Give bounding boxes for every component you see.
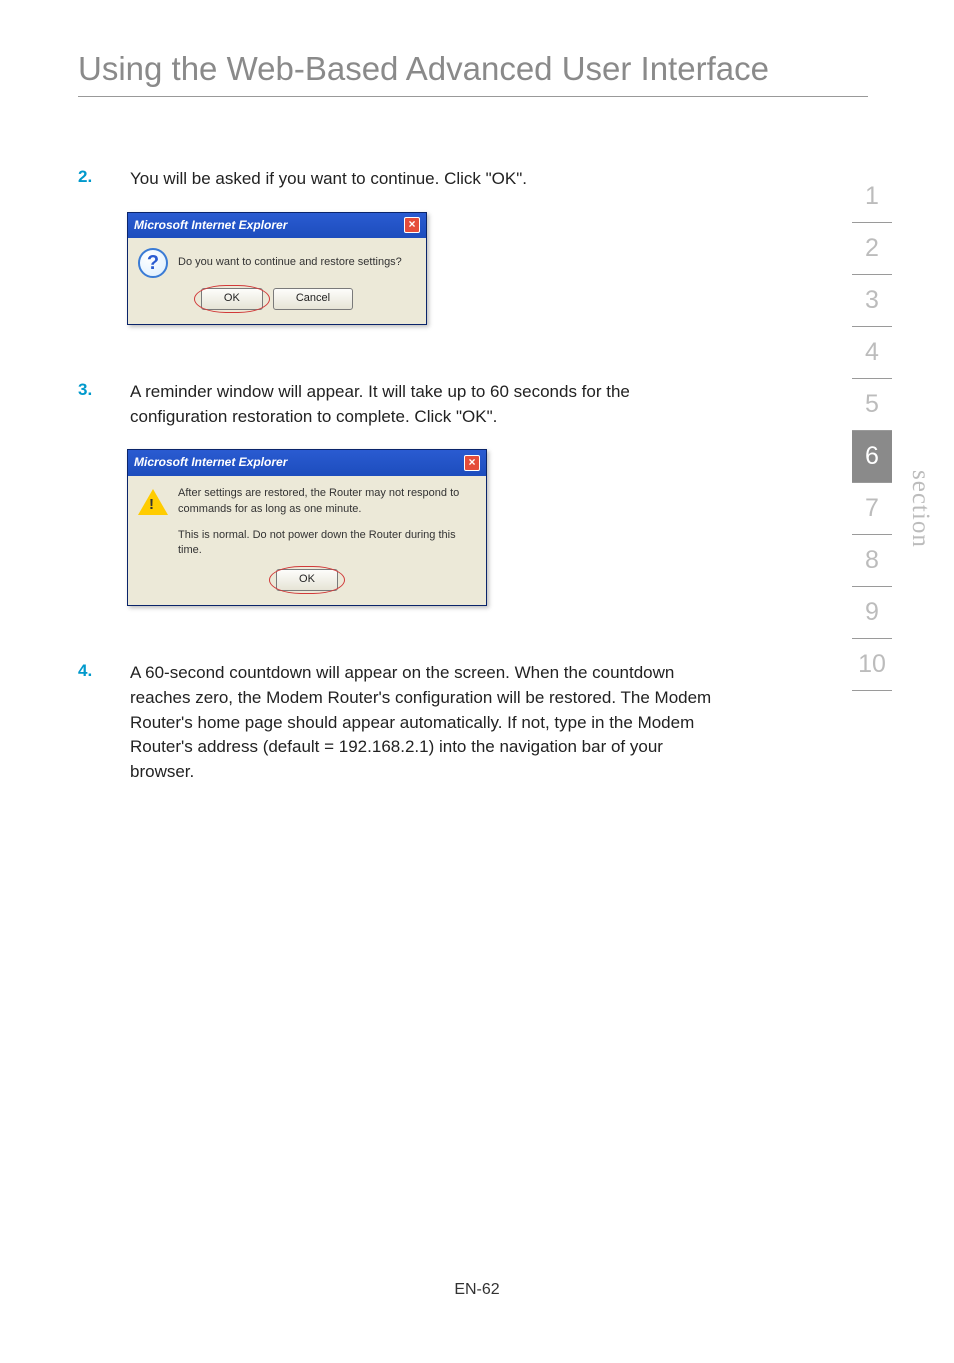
dialog-message: Do you want to continue and restore sett… <box>178 255 402 271</box>
ok-button[interactable]: OK <box>276 569 338 591</box>
dialog-reminder: Microsoft Internet Explorer × After sett… <box>127 449 487 606</box>
step-body: A 60-second countdown will appear on the… <box>130 661 720 784</box>
question-icon: ? <box>138 248 168 278</box>
dialog-message-1: After settings are restored, the Router … <box>178 486 476 518</box>
step-text: A reminder window will appear. It will t… <box>130 380 720 429</box>
dialog-titlebar: Microsoft Internet Explorer × <box>128 213 426 238</box>
dialog-confirm-restore: Microsoft Internet Explorer × ? Do you w… <box>127 212 427 325</box>
nav-item-3[interactable]: 3 <box>852 275 892 327</box>
nav-item-2[interactable]: 2 <box>852 223 892 275</box>
dialog-title-text: Microsoft Internet Explorer <box>134 454 287 471</box>
warning-icon <box>138 487 168 517</box>
nav-item-10[interactable]: 10 <box>852 639 892 691</box>
dialog-message-row: ? Do you want to continue and restore se… <box>138 248 416 278</box>
section-nav: 1 2 3 4 5 6 7 8 9 10 <box>852 171 892 691</box>
close-icon[interactable]: × <box>464 455 480 471</box>
section-label: section <box>906 470 934 548</box>
step-text: A 60-second countdown will appear on the… <box>130 661 720 784</box>
close-icon[interactable]: × <box>404 217 420 233</box>
dialog-titlebar: Microsoft Internet Explorer × <box>128 450 486 475</box>
step-number: 2. <box>78 167 130 325</box>
cancel-button[interactable]: Cancel <box>273 288 353 310</box>
nav-item-7[interactable]: 7 <box>852 483 892 535</box>
content-area: 2. You will be asked if you want to cont… <box>0 97 720 785</box>
dialog-title-text: Microsoft Internet Explorer <box>134 217 287 234</box>
nav-item-6[interactable]: 6 <box>852 431 892 483</box>
dialog-message-row: After settings are restored, the Router … <box>138 486 476 518</box>
nav-item-8[interactable]: 8 <box>852 535 892 587</box>
step-body: A reminder window will appear. It will t… <box>130 380 720 606</box>
dialog-buttons: OK Cancel <box>138 288 416 310</box>
dialog-body: ? Do you want to continue and restore se… <box>128 238 426 324</box>
nav-item-4[interactable]: 4 <box>852 327 892 379</box>
nav-item-5[interactable]: 5 <box>852 379 892 431</box>
step-3: 3. A reminder window will appear. It wil… <box>78 380 720 606</box>
step-number: 3. <box>78 380 130 606</box>
dialog-buttons: OK <box>138 569 476 591</box>
ok-button[interactable]: OK <box>201 288 263 310</box>
nav-item-9[interactable]: 9 <box>852 587 892 639</box>
dialog-body: After settings are restored, the Router … <box>128 476 486 606</box>
page-number: EN-62 <box>0 1281 954 1299</box>
step-4: 4. A 60-second countdown will appear on … <box>78 661 720 784</box>
step-2: 2. You will be asked if you want to cont… <box>78 167 720 325</box>
page-title: Using the Web-Based Advanced User Interf… <box>78 0 868 97</box>
step-number: 4. <box>78 661 130 784</box>
nav-item-1[interactable]: 1 <box>852 171 892 223</box>
step-body: You will be asked if you want to continu… <box>130 167 527 325</box>
step-text: You will be asked if you want to continu… <box>130 167 527 192</box>
dialog-message-2: This is normal. Do not power down the Ro… <box>178 528 476 560</box>
